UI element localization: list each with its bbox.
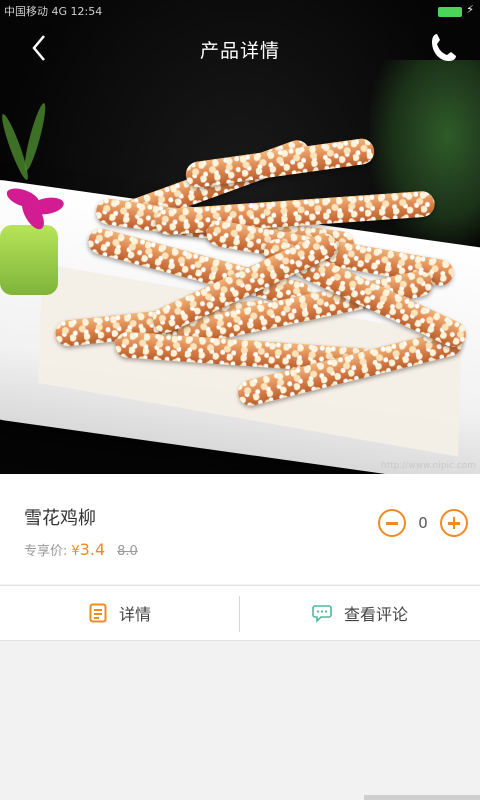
tab-comments[interactable]: 查看评论 [240, 586, 480, 640]
currency-symbol: ¥ [71, 544, 80, 559]
phone-icon[interactable] [424, 28, 460, 68]
status-text: 中国移动 4G 12:54 [4, 5, 103, 18]
tab-details-label: 详情 [118, 605, 151, 624]
header: 产品详情 [0, 22, 480, 76]
document-icon [89, 603, 107, 623]
page-title: 产品详情 [199, 40, 280, 62]
comment-icon [312, 605, 332, 623]
product-name: 雪花鸡柳 [24, 508, 96, 529]
quantity-value: 0 [418, 514, 428, 532]
price-label: 专享价: [24, 544, 68, 559]
price-row: 专享价: ¥ 3.4 8.0 [24, 540, 138, 559]
battery-icon [438, 7, 462, 17]
quantity-stepper: 0 [378, 509, 468, 537]
tab-details[interactable]: 详情 [0, 586, 240, 640]
chicken-strips [54, 130, 475, 430]
image-watermark: http://www.nipic.com [380, 461, 476, 471]
scroll-indicator [364, 795, 480, 800]
charging-icon: ⚡ [466, 3, 474, 16]
plus-button[interactable] [440, 509, 468, 537]
original-price: 8.0 [117, 544, 138, 559]
tab-comments-label: 查看评论 [343, 605, 408, 624]
product-info: 雪花鸡柳 专享价: ¥ 3.4 8.0 0 [0, 474, 480, 584]
garnish-pot [0, 225, 58, 295]
status-bar: 中国移动 4G 12:54 ⚡ [0, 0, 480, 22]
product-price: 3.4 [79, 540, 106, 559]
minus-button[interactable] [378, 509, 406, 537]
tab-bar: 详情 查看评论 [0, 585, 480, 641]
